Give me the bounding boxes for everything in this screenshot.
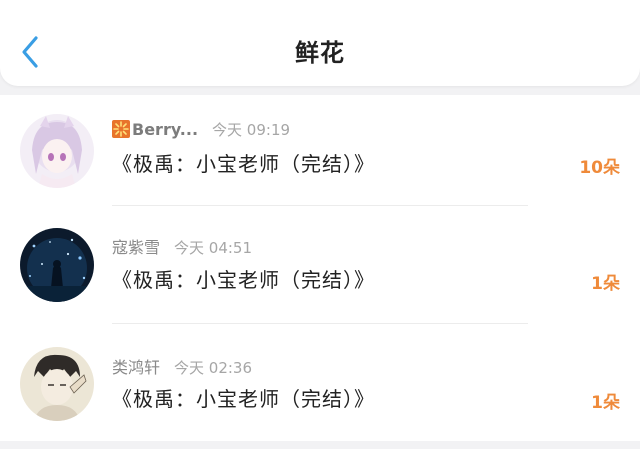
list-item[interactable]: 寇紫雪 今天 04:51 《极禹：小宝老师（完结）》 1朵 <box>0 213 640 331</box>
list-item[interactable]: 类鸿轩 今天 02:36 《极禹：小宝老师（完结）》 1朵 <box>0 331 640 449</box>
avatar[interactable] <box>20 347 94 421</box>
avatar[interactable] <box>20 228 94 302</box>
name-line: 类鸿轩 今天 02:36 <box>112 354 252 378</box>
book-title[interactable]: 《极禹：小宝老师（完结）》 <box>112 148 375 177</box>
flower-count: 10朵 <box>579 158 620 178</box>
flower-count: 1朵 <box>591 274 620 294</box>
timestamp: 今天 09:19 <box>212 121 291 139</box>
user-name[interactable]: Berry... <box>132 120 198 139</box>
page-title: 鲜花 <box>295 39 345 67</box>
timestamp: 今天 04:51 <box>174 239 253 257</box>
avatar[interactable] <box>20 114 94 188</box>
timestamp: 今天 02:36 <box>174 359 253 377</box>
firework-icon <box>112 120 130 138</box>
divider <box>112 323 528 324</box>
name-line: Berry... 今天 09:19 <box>112 119 290 143</box>
top-bar: 鲜花 <box>0 0 640 86</box>
user-name[interactable]: 寇紫雪 <box>112 238 160 257</box>
user-name[interactable]: 类鸿轩 <box>112 358 160 377</box>
name-line: 寇紫雪 今天 04:51 <box>112 234 252 258</box>
book-title[interactable]: 《极禹：小宝老师（完结）》 <box>112 383 375 412</box>
divider <box>112 205 528 206</box>
flower-list: Berry... 今天 09:19 《极禹：小宝老师（完结）》 10朵 寇紫雪 … <box>0 95 640 441</box>
list-item[interactable]: Berry... 今天 09:19 《极禹：小宝老师（完结）》 10朵 <box>0 95 640 213</box>
flower-count: 1朵 <box>591 393 620 413</box>
book-title[interactable]: 《极禹：小宝老师（完结）》 <box>112 264 375 293</box>
